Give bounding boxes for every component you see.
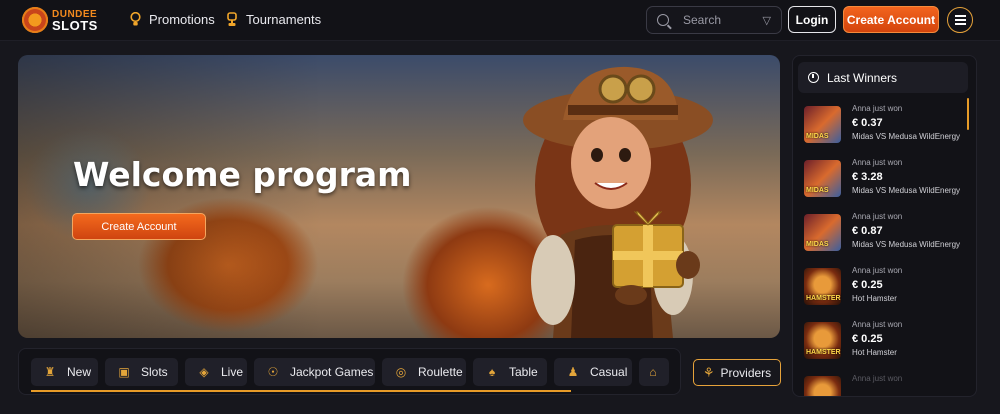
- site-logo[interactable]: DUNDEE SLOTS: [22, 6, 98, 34]
- banner-create-account-button[interactable]: Create Account: [72, 213, 206, 240]
- live-icon: ◈: [199, 365, 209, 379]
- nav-promotions-label: Promotions: [149, 11, 215, 27]
- category-jackpot-games[interactable]: ☉ Jackpot Games: [254, 358, 375, 386]
- steampunk-girl-illustration: [523, 66, 713, 338]
- winner-name: Anna just won: [852, 158, 903, 167]
- category-label: Live: [221, 365, 244, 379]
- clock-icon: [808, 72, 819, 83]
- winner-amount: € 3.28: [852, 171, 883, 183]
- winner-name: Anna just won: [852, 104, 903, 113]
- welcome-banner[interactable]: Welcome program Create Account: [18, 55, 780, 338]
- slots-icon: ▣: [118, 365, 130, 379]
- winner-item[interactable]: MIDAS Anna just won € 3.28 Midas VS Medu…: [804, 158, 974, 198]
- menu-line: [954, 23, 966, 25]
- nav-tournaments-label: Tournaments: [246, 11, 322, 27]
- winner-name: Anna just won: [852, 320, 903, 329]
- winner-amount: € 0.37: [852, 117, 883, 129]
- category-slots[interactable]: ▣ Slots: [105, 358, 178, 386]
- category-label: Jackpot Games: [290, 365, 374, 379]
- nav-promotions[interactable]: Promotions: [129, 11, 215, 27]
- category-table[interactable]: ♠ Table: [473, 358, 547, 386]
- category-scroll-indicator: [31, 390, 571, 392]
- search-placeholder: Search: [683, 13, 722, 27]
- game-thumbnail[interactable]: HAMSTER: [804, 268, 841, 305]
- providers-label: Providers: [720, 365, 772, 380]
- game-thumbnail[interactable]: MIDAS: [804, 214, 841, 251]
- category-label: Casual: [590, 365, 628, 379]
- casual-icon: ♟: [567, 365, 579, 379]
- game-thumbnail[interactable]: [804, 376, 841, 396]
- banner-title: Welcome program: [73, 155, 412, 194]
- category-bar: ♜ New ▣ Slots ◈ Live ☉ Jackpot Games ◎ R…: [18, 348, 681, 395]
- game-thumbnail[interactable]: MIDAS: [804, 106, 841, 143]
- providers-icon: ⚘: [702, 364, 715, 380]
- winner-game: Midas VS Medusa WildEnergy: [852, 132, 961, 141]
- logo-gear-icon: [22, 7, 48, 33]
- winner-item[interactable]: HAMSTER Anna just won € 0.25 Hot Hamster: [804, 320, 974, 360]
- winner-item[interactable]: MIDAS Anna just won € 0.37 Midas VS Medu…: [804, 104, 974, 144]
- winner-game: Hot Hamster: [852, 294, 897, 303]
- filter-icon[interactable]: ▽: [763, 14, 771, 27]
- jackpot-icon: ☉: [267, 365, 279, 379]
- new-icon: ♜: [44, 365, 56, 379]
- game-thumbnail[interactable]: MIDAS: [804, 160, 841, 197]
- login-button[interactable]: Login: [788, 6, 836, 33]
- menu-line: [954, 19, 966, 21]
- winner-item[interactable]: MIDAS Anna just won € 0.87 Midas VS Medu…: [804, 212, 974, 252]
- nav-tournaments[interactable]: Tournaments: [226, 11, 321, 27]
- providers-button[interactable]: ⚘ Providers: [693, 359, 781, 386]
- winner-game: Midas VS Medusa WildEnergy: [852, 240, 961, 249]
- category-label: New: [67, 365, 92, 379]
- category-casual[interactable]: ♟ Casual: [554, 358, 632, 386]
- category-new[interactable]: ♜ New: [31, 358, 98, 386]
- roulette-icon: ◎: [395, 365, 407, 379]
- category-label: Table: [509, 365, 538, 379]
- winner-name: Anna just won: [852, 212, 903, 221]
- winner-game: Hot Hamster: [852, 348, 897, 357]
- game-thumbnail[interactable]: HAMSTER: [804, 322, 841, 359]
- last-winners-title: Last Winners: [827, 70, 898, 85]
- winner-name: Anna just won: [852, 266, 903, 275]
- category-label: Roulette: [418, 365, 463, 379]
- hamburger-menu-button[interactable]: [947, 7, 973, 33]
- last-winners-header: Last Winners: [798, 62, 968, 93]
- winner-name: Anna just won: [852, 374, 903, 383]
- create-account-button[interactable]: Create Account: [843, 6, 939, 33]
- winner-game: Midas VS Medusa WildEnergy: [852, 186, 961, 195]
- more-icon: ⌂: [649, 365, 657, 379]
- top-header: DUNDEE SLOTS Promotions Tournaments Sear…: [0, 0, 1000, 41]
- menu-line: [954, 15, 966, 17]
- category-label: Slots: [141, 365, 168, 379]
- search-icon: [657, 14, 669, 26]
- winner-item[interactable]: HAMSTER Anna just won € 0.25 Hot Hamster: [804, 266, 974, 306]
- winner-amount: € 0.25: [852, 333, 883, 345]
- category-live[interactable]: ◈ Live: [185, 358, 247, 386]
- winner-amount: € 0.25: [852, 279, 883, 291]
- category-more[interactable]: ⌂: [639, 358, 669, 386]
- search-input[interactable]: Search ▽: [646, 6, 782, 34]
- trophy-icon: [226, 11, 238, 27]
- winner-item[interactable]: Anna just won: [804, 374, 974, 396]
- winner-amount: € 0.87: [852, 225, 883, 237]
- last-winners-panel: Last Winners MIDAS Anna just won € 0.37 …: [792, 55, 977, 397]
- logo-line2: SLOTS: [52, 18, 98, 33]
- category-roulette[interactable]: ◎ Roulette: [382, 358, 466, 386]
- table-icon: ♠: [488, 365, 496, 379]
- lightbulb-icon: [129, 11, 141, 27]
